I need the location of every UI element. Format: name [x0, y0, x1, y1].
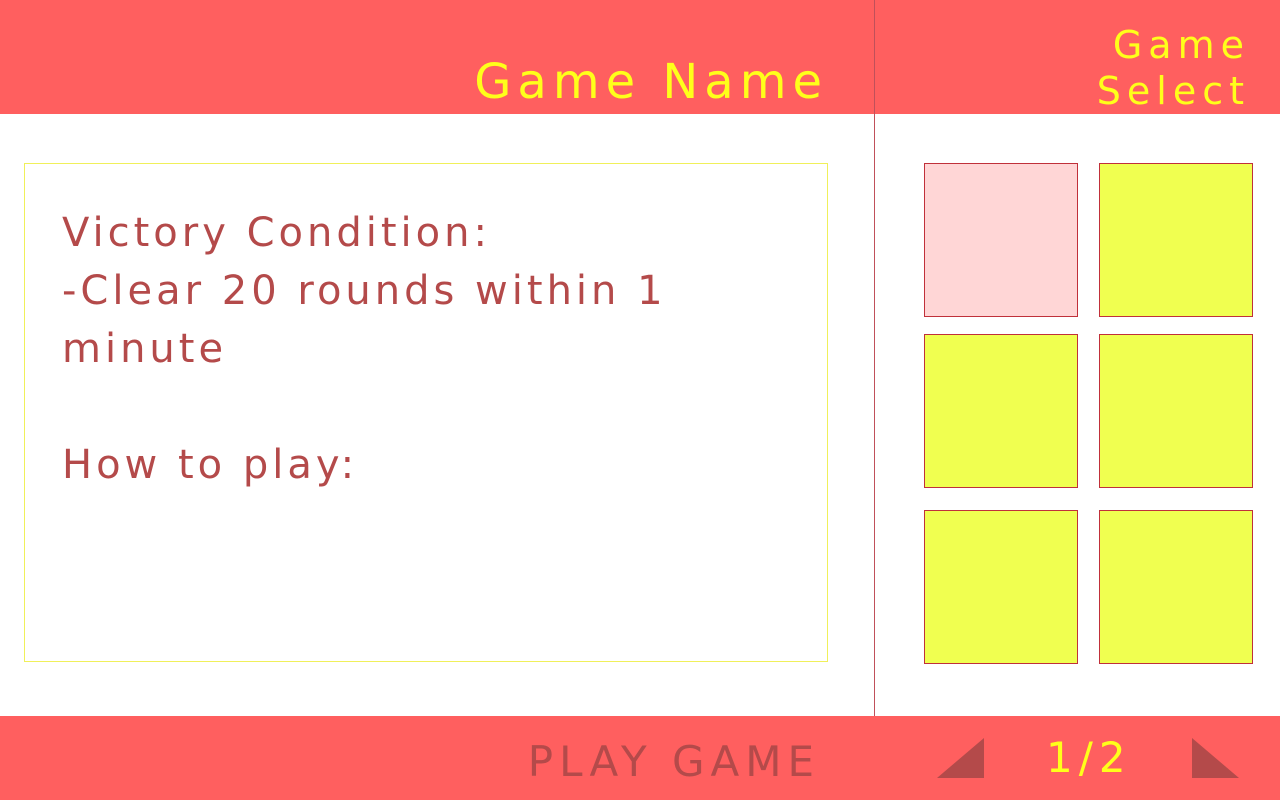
game-tile-4[interactable]: [1099, 334, 1253, 488]
game-tile-3[interactable]: [924, 334, 1078, 488]
game-tile-2[interactable]: [1099, 163, 1253, 317]
game-select-screen: Game Name Game Select Victory Condition:…: [0, 0, 1280, 800]
bottom-bar: PLAY GAME 1/2: [0, 716, 1280, 800]
howto-heading: How to play:: [62, 442, 359, 488]
victory-condition: -Clear 20 rounds within 1 minute: [62, 268, 667, 372]
triangle-right-icon[interactable]: [1192, 738, 1239, 778]
game-tile-1[interactable]: [924, 163, 1078, 317]
description-text: Victory Condition: -Clear 20 rounds with…: [62, 204, 762, 494]
victory-heading: Victory Condition:: [62, 210, 491, 256]
panel-divider: [874, 0, 875, 800]
page-indicator: 1/2: [1046, 733, 1132, 782]
description-panel: Victory Condition: -Clear 20 rounds with…: [24, 163, 828, 662]
game-name-title: Game Name: [474, 54, 828, 110]
game-select-title: Game Select: [1096, 23, 1250, 113]
top-bar: Game Name Game Select: [0, 0, 1280, 114]
play-game-button[interactable]: PLAY GAME: [528, 736, 820, 788]
game-tile-5[interactable]: [924, 510, 1078, 664]
triangle-left-icon[interactable]: [937, 738, 984, 778]
game-tile-6[interactable]: [1099, 510, 1253, 664]
